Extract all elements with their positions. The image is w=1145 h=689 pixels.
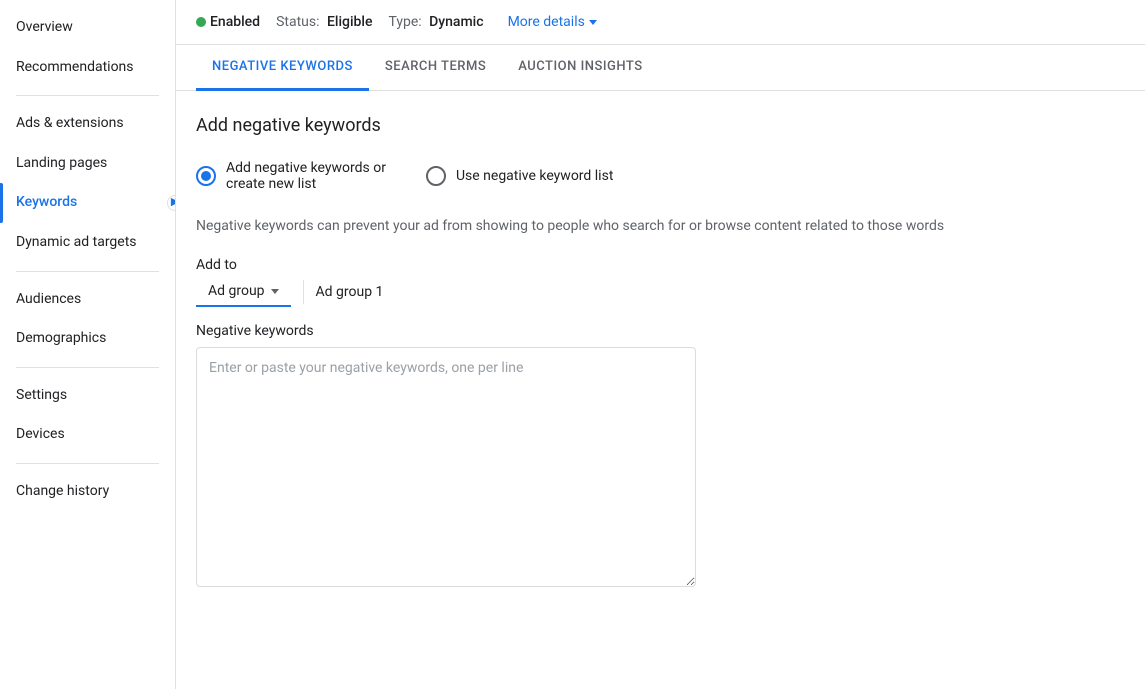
sidebar-item-landing-pages[interactable]: Landing pages (0, 144, 175, 184)
tab-auction-insights[interactable]: AUCTION INSIGHTS (502, 45, 658, 91)
tabs-bar: NEGATIVE KEYWORDS SEARCH TERMS AUCTION I… (176, 45, 1145, 91)
radio-option1-line1: Add negative keywords or (226, 160, 386, 176)
header-bar: Enabled Status: Eligible Type: Dynamic M… (176, 0, 1145, 45)
sidebar-divider-3 (16, 367, 159, 368)
neg-kw-label: Negative keywords (196, 323, 1125, 339)
status-label: Enabled (210, 14, 260, 30)
sidebar-item-settings[interactable]: Settings (0, 376, 175, 416)
radio-add-create-label: Add negative keywords or create new list (226, 160, 386, 192)
sidebar-item-ads-extensions[interactable]: Ads & extensions (0, 104, 175, 144)
status-text-label: Status: (276, 14, 319, 30)
section-title: Add negative keywords (196, 115, 1125, 136)
sidebar-item-dynamic-ad-targets[interactable]: Dynamic ad targets (0, 223, 175, 263)
sidebar-item-recommendations[interactable]: Recommendations (0, 48, 175, 88)
status-indicator: Enabled (196, 14, 260, 30)
sidebar: Overview Recommendations Ads & extension… (0, 0, 176, 689)
dropdown-label: Ad group (208, 283, 265, 299)
ad-group-dropdown[interactable]: Ad group (196, 277, 291, 307)
status-eligible: Status: Eligible (276, 14, 372, 30)
sidebar-item-demographics[interactable]: Demographics (0, 319, 175, 359)
ad-group-value: Ad group 1 (316, 278, 384, 306)
sidebar-divider-1 (16, 95, 159, 96)
sidebar-item-change-history[interactable]: Change history (0, 472, 175, 512)
type-text-label: Type: (388, 14, 421, 30)
status-dot-green (196, 17, 206, 27)
type-value: Dynamic (429, 14, 483, 30)
neg-kw-textarea[interactable] (196, 347, 696, 587)
tab-search-terms[interactable]: SEARCH TERMS (369, 45, 502, 91)
sidebar-divider-2 (16, 271, 159, 272)
add-to-row: Ad group Ad group 1 (196, 277, 1125, 307)
sidebar-item-keywords[interactable]: Keywords ► (0, 183, 175, 223)
sidebar-expand-arrow[interactable]: ► (167, 195, 176, 211)
dropdown-arrow-icon (271, 289, 279, 294)
info-text: Negative keywords can prevent your ad fr… (196, 216, 1096, 237)
radio-use-list-circle[interactable] (426, 166, 446, 186)
radio-group: Add negative keywords or create new list… (196, 160, 1125, 192)
radio-add-create-circle[interactable] (196, 166, 216, 186)
more-details-text: More details (508, 14, 585, 30)
radio-option1-line2: create new list (226, 176, 386, 192)
tab-negative-keywords[interactable]: NEGATIVE KEYWORDS (196, 45, 369, 91)
sidebar-divider-4 (16, 463, 159, 464)
main-content: Enabled Status: Eligible Type: Dynamic M… (176, 0, 1145, 689)
sidebar-item-devices[interactable]: Devices (0, 415, 175, 455)
add-to-label: Add to (196, 257, 1125, 273)
sidebar-item-audiences[interactable]: Audiences (0, 280, 175, 320)
status-value: Eligible (327, 14, 373, 30)
chevron-down-icon (589, 20, 597, 25)
type-dynamic: Type: Dynamic (388, 14, 483, 30)
vertical-divider (303, 280, 304, 304)
more-details-link[interactable]: More details (508, 14, 597, 30)
sidebar-item-overview[interactable]: Overview (0, 8, 175, 48)
content-area: Add negative keywords Add negative keywo… (176, 91, 1145, 689)
radio-option-add-create[interactable]: Add negative keywords or create new list (196, 160, 386, 192)
radio-option2-label: Use negative keyword list (456, 168, 613, 184)
radio-option-use-list[interactable]: Use negative keyword list (426, 166, 613, 186)
